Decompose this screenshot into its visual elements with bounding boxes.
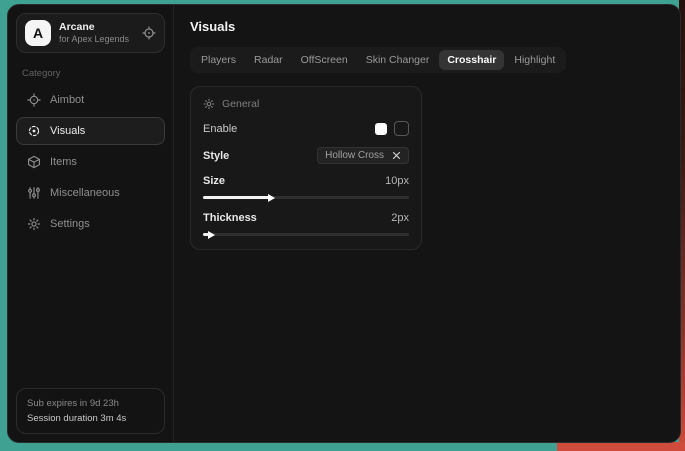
tab-offscreen[interactable]: OffScreen (293, 50, 356, 70)
tab-crosshair[interactable]: Crosshair (439, 50, 504, 70)
thickness-label: Thickness (203, 212, 257, 224)
crosshair-icon (27, 93, 41, 107)
sub-expires-text: Sub expires in 9d 23h (27, 396, 154, 411)
sidebar-item-label: Settings (50, 218, 90, 230)
tab-radar[interactable]: Radar (246, 50, 291, 70)
sidebar-item-label: Items (50, 156, 77, 168)
size-slider[interactable] (203, 196, 409, 199)
brand-card: A Arcane for Apex Legends (16, 13, 165, 53)
tab-skin-changer[interactable]: Skin Changer (358, 50, 438, 70)
sidebar-item-label: Visuals (50, 125, 85, 137)
sidebar-nav: Aimbot Visuals Items (16, 86, 165, 238)
page-title: Visuals (190, 19, 664, 34)
session-duration-text: Session duration 3m 4s (27, 411, 154, 426)
sidebar-item-items[interactable]: Items (16, 148, 165, 176)
category-label: Category (22, 68, 159, 79)
app-logo: A (25, 20, 51, 46)
enable-label: Enable (203, 123, 237, 135)
sidebar-item-aimbot[interactable]: Aimbot (16, 86, 165, 114)
section-title: General (222, 98, 259, 110)
style-label: Style (203, 150, 229, 162)
scan-eye-icon (27, 124, 41, 138)
color-swatch[interactable] (375, 123, 387, 135)
style-row: Style Hollow Cross (203, 147, 409, 164)
enable-checkbox[interactable] (394, 121, 409, 136)
app-title: Arcane (59, 21, 129, 34)
section-header: General (203, 98, 409, 110)
style-dropdown[interactable]: Hollow Cross (317, 147, 409, 164)
size-row: Size 10px (203, 175, 409, 187)
clear-icon[interactable] (392, 151, 401, 160)
brand-text: Arcane for Apex Legends (59, 21, 129, 45)
size-value: 10px (385, 175, 409, 187)
thickness-slider-fill (203, 233, 209, 236)
size-label: Size (203, 175, 225, 187)
thickness-slider[interactable] (203, 233, 409, 236)
enable-controls (375, 121, 409, 136)
tab-highlight[interactable]: Highlight (506, 50, 563, 70)
enable-row: Enable (203, 121, 409, 136)
sidebar-item-miscellaneous[interactable]: Miscellaneous (16, 179, 165, 207)
gear-icon (203, 98, 215, 110)
sidebar-item-settings[interactable]: Settings (16, 210, 165, 238)
backdrop-bottom-right-edge (557, 442, 685, 451)
sidebar-item-visuals[interactable]: Visuals (16, 117, 165, 145)
main-content: Visuals Players Radar OffScreen Skin Cha… (174, 5, 680, 442)
app-window: A Arcane for Apex Legends Category (7, 4, 681, 443)
subscription-info: Sub expires in 9d 23h Session duration 3… (16, 388, 165, 434)
sliders-icon (27, 186, 41, 200)
gear-icon (27, 217, 41, 231)
target-icon[interactable] (142, 26, 156, 40)
general-panel: General Enable Style Hollow Cross (190, 86, 422, 250)
sidebar: A Arcane for Apex Legends Category (8, 5, 174, 442)
tab-bar: Players Radar OffScreen Skin Changer Cro… (190, 47, 566, 73)
tab-players[interactable]: Players (193, 50, 244, 70)
size-slider-fill (203, 196, 269, 199)
style-value: Hollow Cross (325, 150, 384, 161)
app-subtitle: for Apex Legends (59, 34, 129, 45)
package-icon (27, 155, 41, 169)
sidebar-item-label: Aimbot (50, 94, 84, 106)
thickness-value: 2px (391, 212, 409, 224)
sidebar-item-label: Miscellaneous (50, 187, 120, 199)
thickness-row: Thickness 2px (203, 212, 409, 224)
